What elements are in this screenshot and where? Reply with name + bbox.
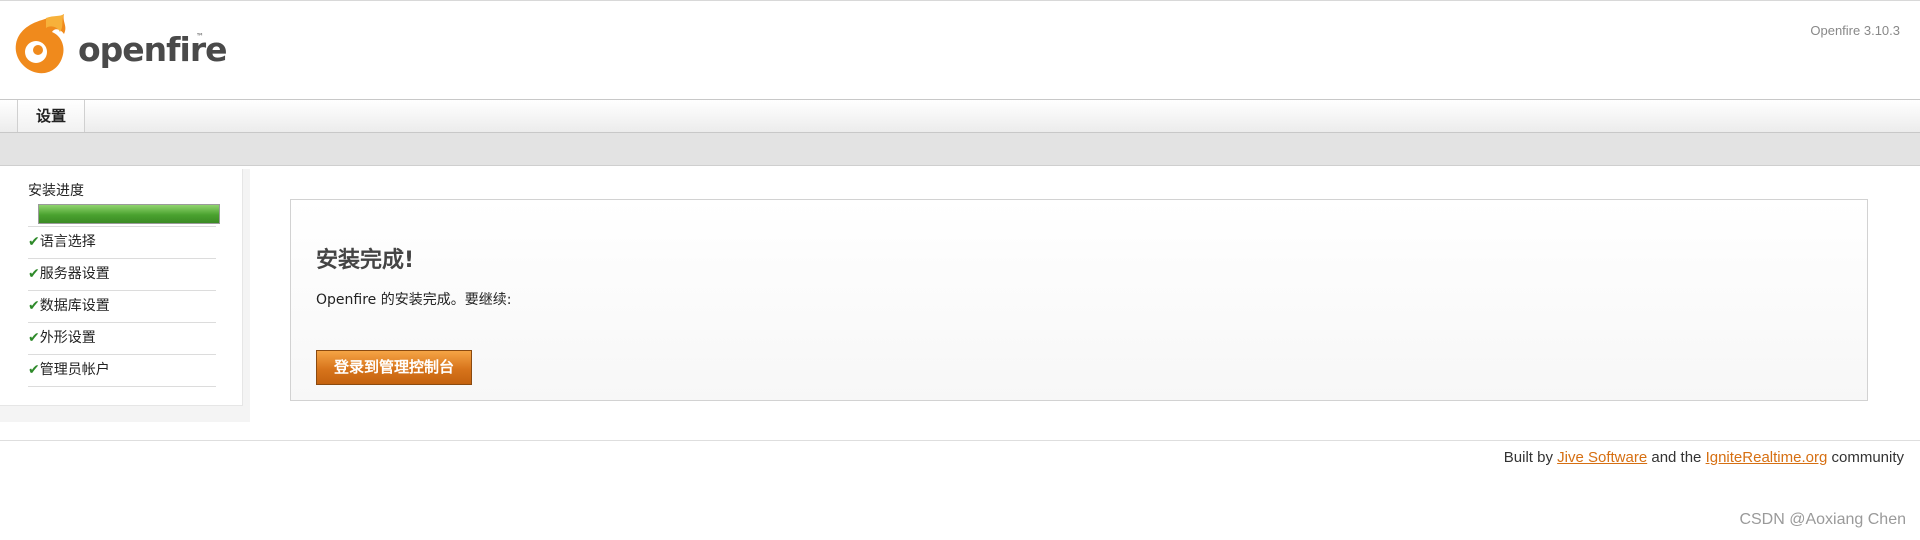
- checkmark-icon: ✔: [28, 330, 40, 346]
- progress-title: 安装进度: [28, 183, 84, 199]
- sub-nav-bar: [0, 133, 1920, 166]
- setup-steps: ✔语言选择 ✔服务器设置 ✔数据库设置 ✔外形设置 ✔管理员帐户: [28, 226, 216, 387]
- completion-message: Openfire 的安装完成。要继续:: [316, 292, 512, 308]
- setup-complete-panel: 安装完成! Openfire 的安装完成。要继续: 登录到管理控制台: [290, 199, 1868, 401]
- progress-bar: [38, 204, 220, 224]
- progress-bar-fill: [39, 205, 219, 223]
- tab-setup[interactable]: 设置: [17, 100, 85, 132]
- step-label: 服务器设置: [39, 266, 110, 282]
- sidebar: 安装进度 ✔语言选择 ✔服务器设置 ✔数据库设置 ✔外形设置 ✔管理员帐户: [0, 169, 250, 422]
- jive-software-link[interactable]: Jive Software: [1557, 449, 1647, 466]
- step-label: 管理员帐户: [39, 362, 110, 378]
- footer-divider: [0, 440, 1920, 441]
- step-label: 外形设置: [39, 330, 96, 346]
- openfire-logo: openfire ™: [12, 14, 227, 80]
- step-server: ✔服务器设置: [28, 258, 216, 290]
- footer-suffix: community: [1827, 449, 1904, 466]
- logo-trademark: ™: [196, 32, 204, 41]
- watermark: CSDN @Aoxiang Chen: [1739, 511, 1906, 528]
- checkmark-icon: ✔: [28, 266, 40, 282]
- step-label: 数据库设置: [39, 298, 110, 314]
- step-database: ✔数据库设置: [28, 290, 216, 322]
- step-admin-account: ✔管理员帐户: [28, 354, 216, 387]
- step-language: ✔语言选择: [28, 226, 216, 258]
- footer: Built by Jive Software and the IgniteRea…: [1504, 449, 1904, 466]
- checkmark-icon: ✔: [28, 234, 40, 250]
- flame-icon: [15, 14, 66, 74]
- checkmark-icon: ✔: [28, 362, 40, 378]
- step-profile: ✔外形设置: [28, 322, 216, 354]
- header: openfire ™ Openfire 3.10.3: [0, 0, 1920, 100]
- page-title: 安装完成!: [316, 248, 415, 273]
- logo-text: openfire: [78, 30, 227, 69]
- checkmark-icon: ✔: [28, 298, 40, 314]
- login-admin-console-button[interactable]: 登录到管理控制台: [316, 350, 472, 385]
- setup-progress-panel: 安装进度 ✔语言选择 ✔服务器设置 ✔数据库设置 ✔外形设置 ✔管理员帐户: [0, 169, 243, 406]
- tab-bar: 设置: [0, 99, 1920, 133]
- footer-middle: and the: [1647, 449, 1706, 466]
- version-label: Openfire 3.10.3: [1810, 23, 1900, 38]
- step-label: 语言选择: [39, 234, 96, 250]
- igniterealtime-link[interactable]: IgniteRealtime.org: [1706, 449, 1828, 466]
- footer-prefix: Built by: [1503, 449, 1558, 466]
